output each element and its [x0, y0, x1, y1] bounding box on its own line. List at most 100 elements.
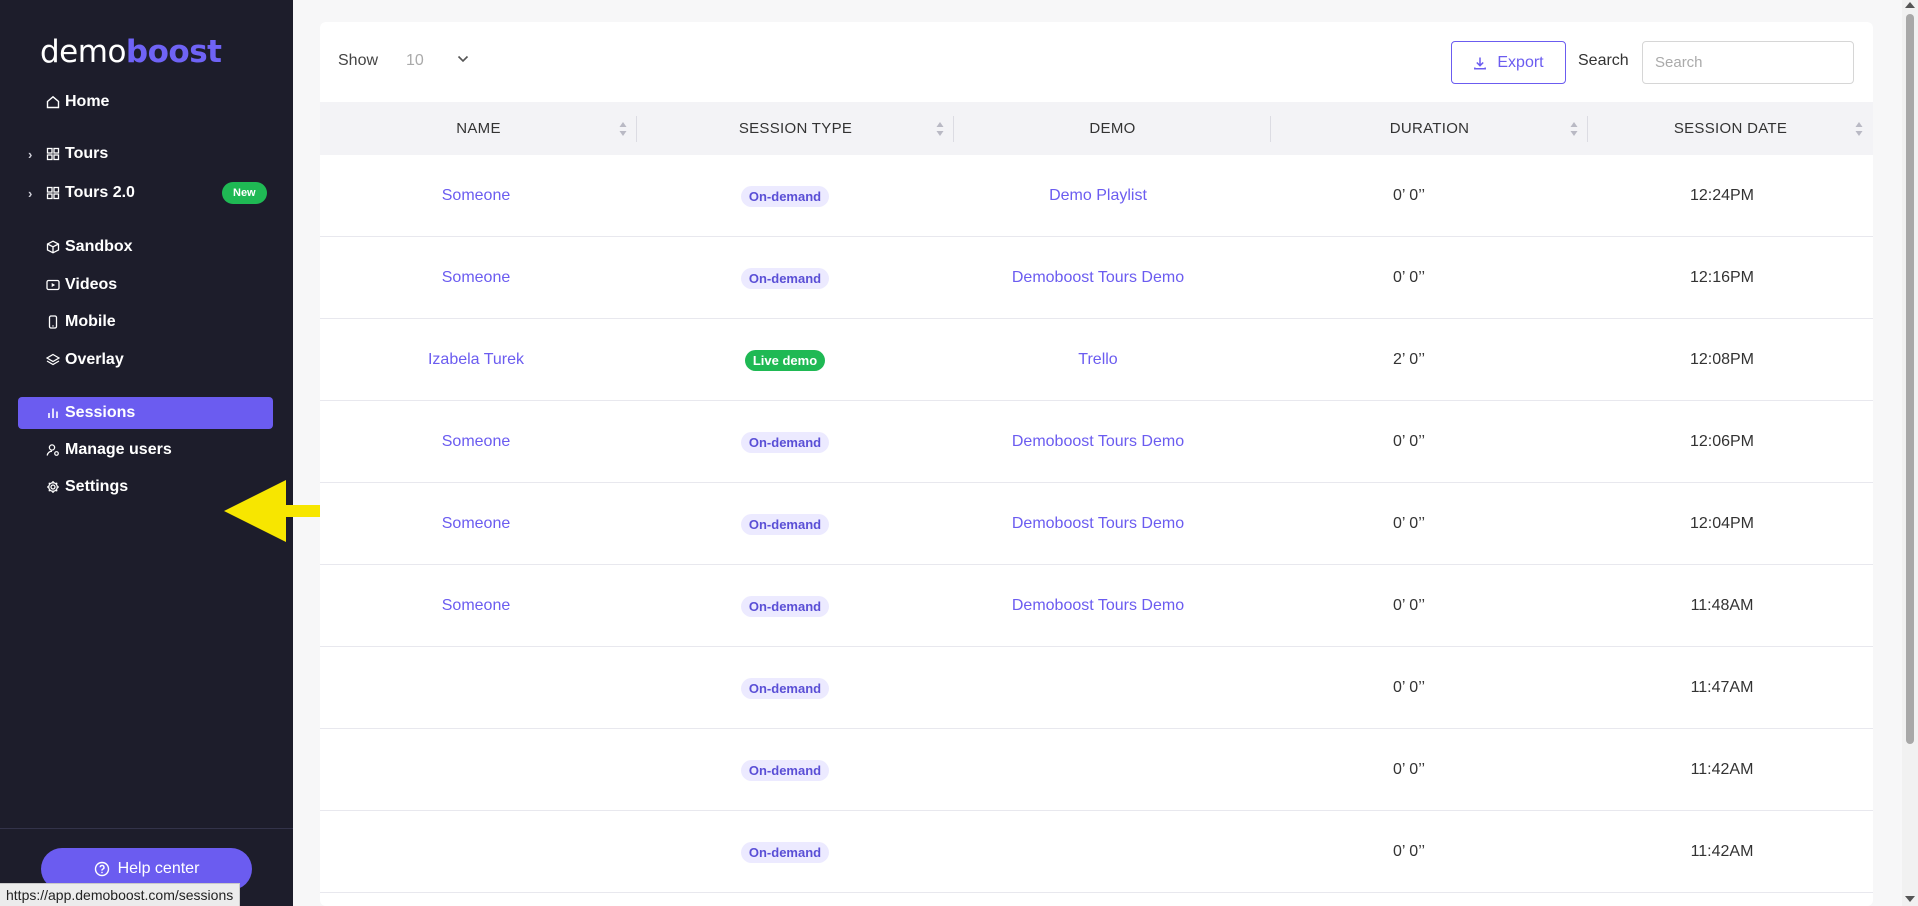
- cell-duration: 2’ 0’’: [1259, 319, 1559, 401]
- cell-name: Someone: [326, 237, 626, 319]
- sidebar-item-label: Settings: [65, 478, 129, 495]
- session-name-link[interactable]: Someone: [442, 597, 511, 615]
- cell-session-date: 11:42AM: [1572, 729, 1872, 811]
- sort-icon[interactable]: [936, 121, 944, 137]
- sidebar-item-videos[interactable]: Videos: [18, 269, 273, 301]
- session-date-value: 12:08PM: [1689, 351, 1755, 368]
- cell-session-date: 12:24PM: [1572, 155, 1872, 237]
- grid-icon: [45, 146, 61, 162]
- column-header-label: NAME: [456, 120, 501, 137]
- session-name-link[interactable]: Someone: [442, 269, 511, 287]
- session-date-value: 11:47AM: [1690, 679, 1754, 696]
- status-bar-url: https://app.demoboost.com/sessions: [0, 883, 241, 906]
- session-type-badge: On-demand: [740, 513, 830, 535]
- cell-session-date: 12:04PM: [1572, 483, 1872, 565]
- sidebar-item-sandbox[interactable]: Sandbox: [18, 231, 273, 263]
- cell-name: [326, 729, 626, 811]
- scroll-down-arrow-icon[interactable]: [1905, 896, 1915, 902]
- layers-icon: [45, 352, 61, 368]
- chevron-right-icon[interactable]: ›: [28, 147, 32, 162]
- phone-icon: [45, 314, 61, 330]
- table-row[interactable]: Someone On-demand Demoboost Tours Demo 0’ 0…: [320, 483, 1873, 565]
- session-type-badge: Live demo: [744, 349, 826, 371]
- cell-session-date: 11:47AM: [1572, 647, 1872, 729]
- sidebar-item-mobile[interactable]: Mobile: [18, 306, 273, 338]
- table-row[interactable]: Someone On-demand Demoboost Tours Demo 0’ 0…: [320, 401, 1873, 483]
- cell-demo: Demoboost Tours Demo: [948, 237, 1248, 319]
- table-row[interactable]: Someone On-demand Demo Playlist 0’ 0’’ 12:24…: [320, 155, 1873, 237]
- page-size-select[interactable]: 10: [406, 52, 424, 70]
- session-type-badge: On-demand: [740, 595, 830, 617]
- column-header-duration[interactable]: DURATION: [1271, 102, 1588, 155]
- demo-link[interactable]: Demoboost Tours Demo: [1012, 597, 1184, 615]
- session-type-badge: On-demand: [740, 841, 830, 863]
- demo-link[interactable]: Trello: [1078, 351, 1117, 369]
- table-row[interactable]: Someone On-demand Demoboost Tours Demo 0’ 0…: [320, 565, 1873, 647]
- video-icon: [45, 277, 61, 293]
- column-header-name[interactable]: NAME: [320, 102, 637, 155]
- sidebar-item-label: Overlay: [65, 351, 124, 368]
- sidebar-item-tours2[interactable]: › Tours 2.0 New: [18, 177, 273, 209]
- sidebar-item-label: Manage users: [65, 441, 172, 458]
- session-date-value: 11:42AM: [1690, 843, 1754, 860]
- help-center-label: Help center: [117, 860, 200, 877]
- cell-demo: Demo Playlist: [948, 155, 1248, 237]
- sidebar-item-tours[interactable]: › Tours: [18, 138, 273, 170]
- demo-link[interactable]: Demoboost Tours Demo: [1012, 515, 1184, 533]
- demo-link[interactable]: Demoboost Tours Demo: [1012, 433, 1184, 451]
- duration-value: 0’ 0’’: [1392, 433, 1426, 450]
- cell-session-type: On-demand: [635, 155, 935, 237]
- column-header-session-type[interactable]: SESSION TYPE: [637, 102, 954, 155]
- home-icon: [45, 94, 61, 110]
- chevron-right-icon[interactable]: ›: [28, 186, 32, 201]
- column-header-label: SESSION DATE: [1673, 120, 1788, 137]
- table-row[interactable]: On-demand 0’ 0’’ 11:42AM: [320, 811, 1873, 893]
- export-button[interactable]: Export: [1451, 41, 1566, 84]
- session-type-badge: On-demand: [740, 267, 830, 289]
- sidebar-item-sessions[interactable]: Sessions: [18, 397, 273, 429]
- cell-demo: Demoboost Tours Demo: [948, 483, 1248, 565]
- session-type-badge: On-demand: [740, 431, 830, 453]
- demo-link[interactable]: Demoboost Tours Demo: [1012, 269, 1184, 287]
- cell-duration: 0’ 0’’: [1259, 155, 1559, 237]
- session-date-value: 12:06PM: [1689, 433, 1755, 450]
- column-header-label: DEMO: [1089, 120, 1136, 137]
- session-name-link[interactable]: Someone: [442, 515, 511, 533]
- chevron-down-icon[interactable]: [456, 52, 470, 66]
- search-label: Search: [1578, 52, 1629, 69]
- demo-link[interactable]: Demo Playlist: [1049, 187, 1147, 205]
- cell-name: Someone: [326, 565, 626, 647]
- gear-icon: [45, 479, 61, 495]
- table-row[interactable]: On-demand 0’ 0’’ 11:42AM: [320, 729, 1873, 811]
- table-row[interactable]: Izabela Turek Live demo Trello 2’ 0’’ 12:08P…: [320, 319, 1873, 401]
- search-input[interactable]: [1642, 41, 1854, 84]
- session-date-value: 12:16PM: [1689, 269, 1755, 286]
- sidebar-item-label: Sessions: [65, 404, 136, 421]
- sort-icon[interactable]: [1570, 121, 1578, 137]
- cell-duration: 0’ 0’’: [1259, 729, 1559, 811]
- scroll-thumb[interactable]: [1906, 14, 1914, 744]
- session-name-link[interactable]: Izabela Turek: [428, 351, 524, 369]
- scroll-up-arrow-icon[interactable]: [1905, 2, 1915, 8]
- sessions-card: Show 10 Export Search NAME SESSION TYPE DE…: [320, 22, 1873, 906]
- table-row[interactable]: Someone On-demand Demoboost Tours Demo 0’ 0…: [320, 237, 1873, 319]
- table-row[interactable]: On-demand 0’ 0’’ 11:47AM: [320, 647, 1873, 729]
- duration-value: 0’ 0’’: [1392, 269, 1426, 286]
- session-name-link[interactable]: Someone: [442, 433, 511, 451]
- new-badge: New: [222, 182, 267, 204]
- sidebar-item-manage-users[interactable]: Manage users: [18, 434, 273, 466]
- sidebar-item-home[interactable]: Home: [18, 86, 273, 118]
- column-header-label: SESSION TYPE: [738, 120, 853, 137]
- page-scrollbar[interactable]: [1902, 0, 1918, 906]
- cell-demo: [948, 811, 1248, 893]
- sort-icon[interactable]: [619, 121, 627, 137]
- sidebar-item-overlay[interactable]: Overlay: [18, 344, 273, 376]
- sort-icon[interactable]: [1855, 121, 1863, 137]
- brand-logo[interactable]: demoboost: [40, 34, 222, 70]
- cell-session-date: 12:08PM: [1572, 319, 1872, 401]
- column-header-session-date[interactable]: SESSION DATE: [1588, 102, 1873, 155]
- session-name-link[interactable]: Someone: [442, 187, 511, 205]
- cell-session-type: On-demand: [635, 647, 935, 729]
- sidebar-item-label: Sandbox: [65, 238, 133, 255]
- cell-duration: 0’ 0’’: [1259, 565, 1559, 647]
